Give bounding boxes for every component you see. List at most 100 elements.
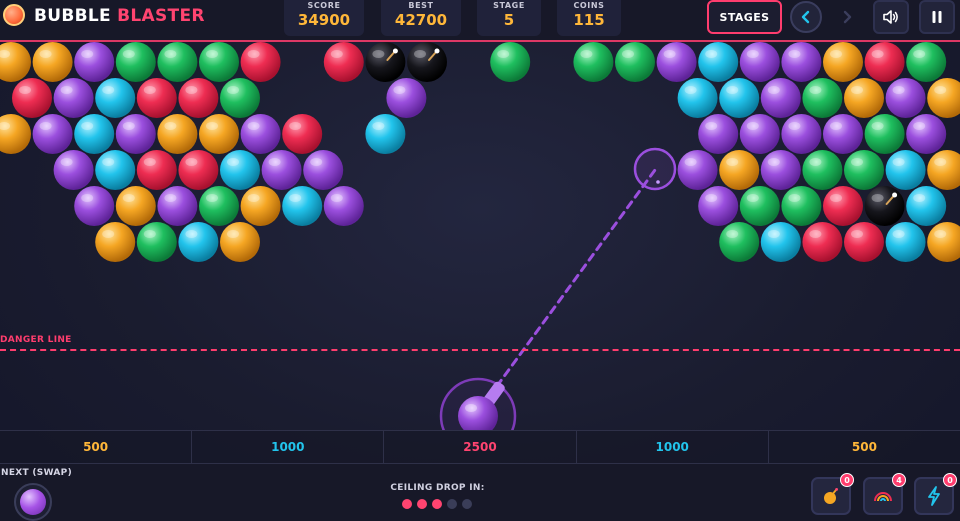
rainbow-icon	[874, 492, 892, 502]
green-bubble	[490, 42, 531, 82]
bubble-shine	[289, 122, 302, 130]
red-bubble	[136, 78, 177, 118]
prev-stage-button[interactable]	[790, 1, 822, 33]
bubble-shine	[39, 122, 52, 130]
orange-bubble	[927, 222, 960, 262]
green-bubble	[573, 42, 614, 82]
pause-icon	[932, 11, 942, 23]
purple-bubble	[323, 186, 364, 226]
pause-button[interactable]	[919, 0, 955, 34]
ceiling-drop-dot	[432, 499, 442, 509]
green-bubble	[157, 42, 198, 82]
green-bubble	[199, 42, 239, 82]
purple-bubble	[74, 186, 115, 226]
bubble-shine	[871, 50, 884, 58]
bubble-shine	[871, 122, 884, 130]
purple-bubble	[74, 42, 115, 82]
bubble-shine	[143, 86, 156, 94]
rainbow-powerup-button[interactable]: 4	[863, 473, 906, 515]
cyan-bubble	[885, 150, 926, 190]
bubble-shine	[746, 194, 759, 202]
title-word-2: BLASTER	[117, 6, 205, 26]
red-bubble	[823, 186, 863, 226]
bubble-shine	[143, 158, 156, 166]
purple-bubble	[240, 114, 281, 154]
score-label: SCORE	[307, 1, 341, 10]
bubble-shine	[830, 122, 842, 130]
score-zone: 500	[769, 431, 960, 463]
danger-line	[0, 349, 960, 351]
bubble-shine	[663, 50, 676, 58]
ceiling-drop-counter	[402, 499, 472, 509]
game-title: BUBBLE BLASTER	[34, 6, 205, 26]
aim-line	[495, 168, 657, 388]
lightning-icon	[928, 486, 940, 506]
bubble-shine	[60, 86, 73, 94]
red-bubble	[178, 78, 219, 118]
bubble-shine	[809, 230, 822, 238]
purple-bubble	[781, 114, 822, 154]
ceiling-drop-label: CEILING DROP IN:	[390, 483, 485, 493]
red-bubble	[178, 150, 219, 190]
stage-panel: STAGE 5	[477, 0, 541, 36]
bomb-powerup-button[interactable]: 0	[811, 473, 854, 515]
bubble-shine	[684, 86, 697, 94]
orange-bubble	[240, 186, 281, 226]
bubble-board[interactable]	[0, 42, 960, 430]
bomb-icon	[824, 488, 838, 504]
bubble-shine	[726, 86, 739, 94]
zone-value: 500	[83, 440, 109, 454]
next-bubble[interactable]	[20, 489, 46, 515]
purple-bubble	[823, 114, 863, 154]
bubble-shine	[310, 158, 323, 166]
sound-button[interactable]	[873, 0, 909, 34]
best-value: 42700	[394, 11, 448, 29]
bubble-shine	[767, 158, 780, 166]
green-bubble	[844, 150, 884, 190]
bubble-shine	[268, 158, 281, 166]
orange-bubble	[95, 222, 136, 262]
cyan-bubble	[698, 42, 739, 82]
red-bubble	[12, 78, 52, 118]
purple-bubble	[781, 42, 822, 82]
bubble-shine	[830, 50, 842, 58]
bomb-bubble	[864, 186, 905, 226]
stages-button[interactable]: STAGES	[707, 0, 782, 34]
chevron-left-icon	[801, 10, 810, 24]
bubble-shine	[788, 122, 801, 130]
bubble-shine	[726, 230, 739, 238]
cyan-bubble	[178, 222, 219, 262]
rainbow-count-badge: 4	[892, 473, 906, 487]
orange-bubble	[32, 42, 73, 82]
cyan-bubble	[365, 114, 406, 154]
next-stage-button[interactable]	[831, 1, 863, 33]
bubble-shine	[247, 122, 260, 130]
red-bubble	[240, 42, 281, 82]
lightning-powerup-button[interactable]: 0	[914, 473, 957, 515]
orange-bubble	[0, 114, 31, 154]
purple-bubble	[906, 114, 947, 154]
green-bubble	[199, 186, 239, 226]
bubble-shine	[185, 158, 198, 166]
bubble-shine	[788, 194, 801, 202]
bubble-shine	[185, 86, 198, 94]
bubble-shine	[227, 230, 239, 238]
bubble-shine	[81, 50, 94, 58]
cyan-bubble	[885, 222, 926, 262]
bubble-shine	[247, 194, 260, 202]
bubble-shine	[767, 86, 780, 94]
bubble-shine	[892, 86, 905, 94]
bomb-bubble	[407, 42, 447, 82]
shooter-bubble-shine	[465, 404, 477, 412]
bubble-shine	[851, 158, 863, 166]
bubble-shine	[81, 194, 94, 202]
bubble-shine	[227, 158, 239, 166]
bubble-shine	[913, 50, 926, 58]
bubble-shine	[227, 86, 239, 94]
bubble-shine	[247, 50, 260, 58]
bubble-shine	[206, 194, 218, 202]
chevron-right-icon	[843, 10, 852, 24]
danger-line-label: DANGER LINE	[0, 335, 72, 345]
bubble-shine	[913, 194, 926, 202]
orange-bubble	[220, 222, 260, 262]
